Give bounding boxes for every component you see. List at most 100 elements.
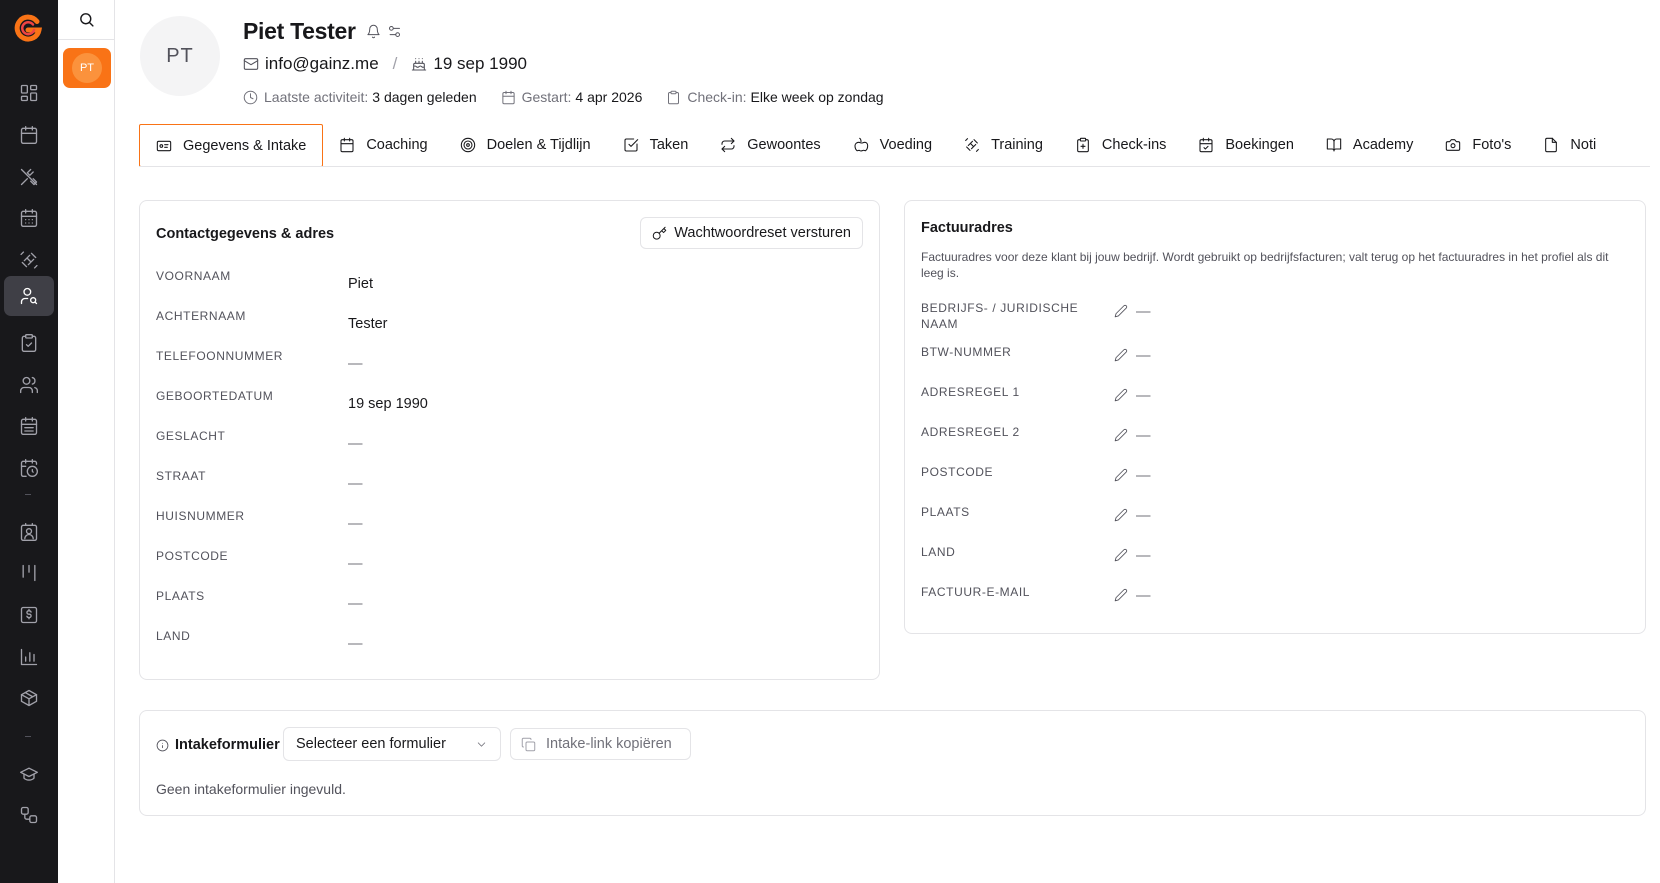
intake-form-label: Intakeformulier <box>156 737 280 753</box>
clipboard-icon <box>1077 137 1089 153</box>
field-value[interactable]: — <box>348 476 363 492</box>
client-email[interactable]: info@gainz.me <box>265 54 379 74</box>
bell-icon[interactable] <box>366 24 381 39</box>
field-label: PLAATS <box>156 589 205 603</box>
tab-doelen-tijdlijn[interactable]: Doelen & Tijdlijn <box>444 124 607 166</box>
password-reset-button[interactable]: Wachtwoordreset versturen <box>640 217 863 249</box>
billing-field-vat-number: BTW-NUMMER — <box>921 344 1621 380</box>
billing-field-address-line-1: ADRESREGEL 1 — <box>921 384 1621 420</box>
billing-field-postcode: POSTCODE — <box>921 464 1621 500</box>
field-huisnummer: HUISNUMMER — <box>156 509 856 545</box>
billing-field-label: BEDRIJFS- / JURIDISCHE NAAM <box>921 301 1079 331</box>
tab-gewoontes[interactable]: Gewoontes <box>704 124 836 166</box>
field-voornaam: VOORNAAM Piet <box>156 269 856 305</box>
tab-taken[interactable]: Taken <box>607 124 705 166</box>
copy-icon <box>521 737 536 751</box>
billing-field-value: — <box>1136 388 1151 404</box>
field-value[interactable]: — <box>348 356 363 372</box>
clipboard-check-icon[interactable] <box>14 328 44 358</box>
last-activity: Laatste activiteit: 3 dagen geleden <box>243 89 477 105</box>
user-search-icon[interactable] <box>4 276 54 316</box>
field-geboortedatum: GEBOORTEDATUM 19 sep 1990 <box>156 389 856 425</box>
dashboard-icon[interactable] <box>14 78 44 108</box>
users-icon[interactable] <box>14 370 44 400</box>
calendar-clock-icon[interactable] <box>14 453 44 483</box>
field-value[interactable]: — <box>348 556 363 572</box>
kanban-icon[interactable] <box>14 558 44 588</box>
intake-form-select[interactable]: Selecteer een formulier <box>283 727 501 761</box>
contact-card: Contactgegevens & adres Wachtwoordreset … <box>139 200 880 680</box>
calendar-icon[interactable] <box>14 120 44 150</box>
field-value[interactable]: — <box>348 516 363 532</box>
tab-voeding[interactable]: Voeding <box>837 124 948 166</box>
client-name-actions <box>366 24 402 39</box>
invoice-icon[interactable] <box>14 600 44 630</box>
checkbox-icon <box>624 138 638 152</box>
field-value[interactable]: — <box>348 436 363 452</box>
id-card-icon <box>156 140 172 151</box>
pencil-icon[interactable] <box>1114 304 1130 320</box>
field-label: POSTCODE <box>156 549 229 563</box>
billing-field-label: ADRESREGEL 1 <box>921 385 1020 399</box>
pencil-icon[interactable] <box>1114 588 1130 604</box>
calendar-days-icon[interactable] <box>14 411 44 441</box>
started-value: 4 apr 2026 <box>575 89 643 105</box>
gainz-logo-icon[interactable] <box>13 13 43 43</box>
pencil-icon[interactable] <box>1114 468 1130 484</box>
tab-gegevens-intake[interactable]: Gegevens & Intake <box>139 124 324 166</box>
package-icon[interactable] <box>14 683 44 713</box>
field-label: HUISNUMMER <box>156 509 245 523</box>
tab-label: Doelen & Tijdlijn <box>486 137 591 153</box>
tab-training[interactable]: Training <box>948 124 1059 166</box>
field-value[interactable]: 19 sep 1990 <box>348 396 428 412</box>
search-button[interactable] <box>58 0 114 40</box>
bar-chart-icon[interactable] <box>14 642 44 672</box>
tab-notities[interactable]: Noti <box>1527 124 1612 166</box>
field-value[interactable]: — <box>348 596 363 612</box>
tab-fotos[interactable]: Foto's <box>1429 124 1527 166</box>
active-client-chip[interactable]: PT <box>63 48 111 88</box>
tab-label: Taken <box>649 137 689 153</box>
tab-label: Coaching <box>366 137 428 153</box>
pencil-icon[interactable] <box>1114 348 1130 364</box>
workflow-icon[interactable] <box>14 800 44 830</box>
field-value[interactable]: — <box>348 636 363 652</box>
pencil-icon[interactable] <box>1114 428 1130 444</box>
password-reset-label: Wachtwoordreset versturen <box>674 225 851 241</box>
billing-field-city: PLAATS — <box>921 504 1621 540</box>
billing-field-label: PLAATS <box>921 505 970 519</box>
checkin-value: Elke week op zondag <box>750 89 884 105</box>
field-value[interactable]: Tester <box>348 316 388 332</box>
tab-label: Gewoontes <box>747 137 821 153</box>
billing-field-label: FACTUUR-E-MAIL <box>921 585 1031 599</box>
pencil-icon[interactable] <box>1114 508 1130 524</box>
client-meta-line: Laatste activiteit: 3 dagen geleden Gest… <box>243 89 908 105</box>
calendar-grid-icon[interactable] <box>14 203 44 233</box>
copy-intake-link-button[interactable]: Intake-link kopiëren <box>510 728 691 760</box>
apple-icon <box>854 137 868 152</box>
dumbbell-icon[interactable] <box>14 245 44 275</box>
pencil-icon[interactable] <box>1114 388 1130 404</box>
copy-intake-link-label: Intake-link kopiëren <box>546 736 672 752</box>
pencil-icon[interactable] <box>1114 548 1130 564</box>
last-activity-value: 3 dagen geleden <box>372 89 477 105</box>
tab-academy[interactable]: Academy <box>1310 124 1429 166</box>
field-straat: STRAAT — <box>156 469 856 505</box>
field-label: STRAAT <box>156 469 207 483</box>
camera-icon <box>1446 139 1461 151</box>
graduation-cap-icon[interactable] <box>14 759 44 789</box>
billing-field-address-line-2: ADRESREGEL 2 — <box>921 424 1621 460</box>
sliders-icon[interactable] <box>387 24 402 39</box>
field-value[interactable]: Piet <box>348 276 373 292</box>
tab-boekingen[interactable]: Boekingen <box>1182 124 1310 166</box>
calendar-icon <box>340 137 354 153</box>
contact-icon[interactable] <box>14 517 44 547</box>
utensils-icon[interactable] <box>14 162 44 192</box>
tab-check-ins[interactable]: Check-ins <box>1059 124 1182 166</box>
main-sidebar <box>0 0 58 883</box>
billing-field-country: LAND — <box>921 544 1621 580</box>
billing-field-label: BTW-NUMMER <box>921 345 1012 359</box>
billing-field-value: — <box>1136 304 1151 320</box>
tab-label: Check-ins <box>1101 137 1167 153</box>
tab-coaching[interactable]: Coaching <box>323 124 443 166</box>
